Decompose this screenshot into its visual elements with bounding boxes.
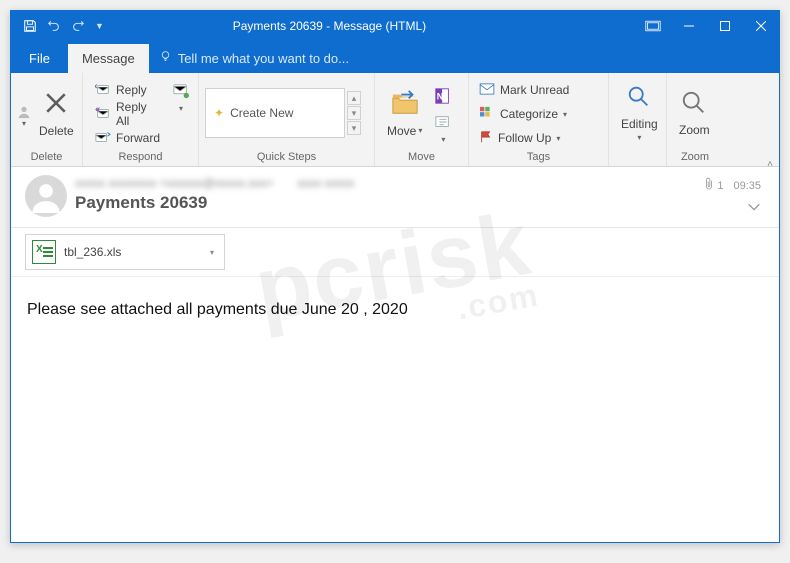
message-time: 09:35 (733, 180, 761, 192)
group-label-tags: Tags (469, 149, 608, 166)
attachment-row: tbl_236.xls ▾ (11, 228, 779, 277)
categorize-button[interactable]: Categorize ▾ (475, 103, 573, 125)
message-body: Please see attached all payments due Jun… (11, 277, 779, 343)
move-folder-icon (390, 89, 420, 122)
actions-dropdown-icon[interactable]: ▾ (434, 114, 452, 144)
popout-icon[interactable] (635, 11, 671, 41)
group-label-zoom: Zoom (667, 149, 723, 166)
reply-button[interactable]: Reply (91, 79, 164, 101)
respond-more-button[interactable]: ▾ (170, 79, 192, 117)
tab-message[interactable]: Message (68, 44, 149, 73)
quickstep-up-button[interactable]: ▴ (347, 91, 361, 105)
redo-icon[interactable] (71, 19, 85, 33)
onenote-icon[interactable]: N (434, 87, 452, 110)
quickstep-more-button[interactable]: ▾ (347, 121, 361, 135)
delete-icon (42, 89, 70, 122)
attachment-indicator: 1 (704, 177, 723, 194)
paperclip-icon (704, 177, 714, 194)
reply-all-icon (95, 106, 111, 123)
svg-text:N: N (437, 91, 444, 101)
ribbon: ▾ Delete Delete Reply (11, 73, 779, 167)
attachment-chip[interactable]: tbl_236.xls ▾ (25, 234, 225, 270)
group-label-respond: Respond (83, 149, 198, 166)
junk-dropdown-icon[interactable]: ▾ (17, 99, 31, 128)
ribbon-tabs: File Message Tell me what you want to do… (11, 41, 779, 73)
lightbulb-icon (159, 50, 172, 66)
group-label-move: Move (375, 149, 468, 166)
flag-icon (479, 130, 493, 147)
delete-label: Delete (39, 124, 74, 138)
editing-button[interactable]: Editing ▾ (615, 82, 664, 144)
tell-me-text: Tell me what you want to do... (178, 51, 349, 66)
categorize-icon (479, 106, 495, 123)
envelope-icon (479, 83, 495, 98)
recipient-line: xxxx xxxxx (297, 176, 354, 190)
reply-icon (95, 82, 111, 99)
window-controls (671, 11, 779, 41)
quickstep-create-new[interactable]: ✦ Create New (205, 88, 345, 138)
quick-access-toolbar: ▼ (11, 19, 104, 33)
move-button[interactable]: Move▾ (381, 87, 428, 140)
tell-me-search[interactable]: Tell me what you want to do... (149, 50, 359, 73)
header-actions-caret[interactable] (747, 199, 761, 217)
group-label-quicksteps: Quick Steps (199, 149, 374, 166)
forward-icon (95, 130, 111, 147)
message-subject: Payments 20639 (75, 193, 761, 213)
follow-up-button[interactable]: Follow Up ▾ (475, 127, 573, 149)
zoom-icon (681, 90, 707, 121)
sender-address: xxxxx xxxxxxxx <xxxxxx@xxxxx.xxx> (75, 176, 273, 190)
find-icon (626, 84, 652, 115)
quickstep-down-button[interactable]: ▾ (347, 106, 361, 120)
tab-file[interactable]: File (11, 44, 68, 73)
zoom-button[interactable]: Zoom (673, 88, 716, 139)
window-title: Payments 20639 - Message (HTML) (104, 19, 635, 33)
forward-button[interactable]: Forward (91, 127, 164, 149)
group-label-delete: Delete (11, 149, 82, 166)
minimize-button[interactable] (671, 11, 707, 41)
close-button[interactable] (743, 11, 779, 41)
delete-button[interactable]: Delete (35, 87, 78, 140)
undo-icon[interactable] (47, 19, 61, 33)
message-header: xxxxx xxxxxxxx <xxxxxx@xxxxx.xxx> xxxx x… (11, 167, 779, 228)
mark-unread-button[interactable]: Mark Unread (475, 79, 573, 101)
reply-all-button[interactable]: Reply All (91, 103, 164, 125)
attachment-filename: tbl_236.xls (64, 245, 198, 259)
save-icon[interactable] (23, 19, 37, 33)
attachment-count: 1 (717, 180, 723, 192)
excel-file-icon (32, 240, 56, 264)
maximize-button[interactable] (707, 11, 743, 41)
qat-overflow-icon[interactable]: ▼ (95, 21, 104, 31)
title-bar: ▼ Payments 20639 - Message (HTML) (11, 11, 779, 41)
body-text: Please see attached all payments due Jun… (27, 301, 408, 318)
sparkle-icon: ✦ (214, 106, 224, 120)
attachment-dropdown-icon[interactable]: ▾ (206, 248, 218, 257)
group-label-editing (609, 149, 666, 166)
sender-line: xxxxx xxxxxxxx <xxxxxx@xxxxx.xxx> xxxx x… (75, 175, 761, 191)
sender-avatar (25, 175, 67, 217)
